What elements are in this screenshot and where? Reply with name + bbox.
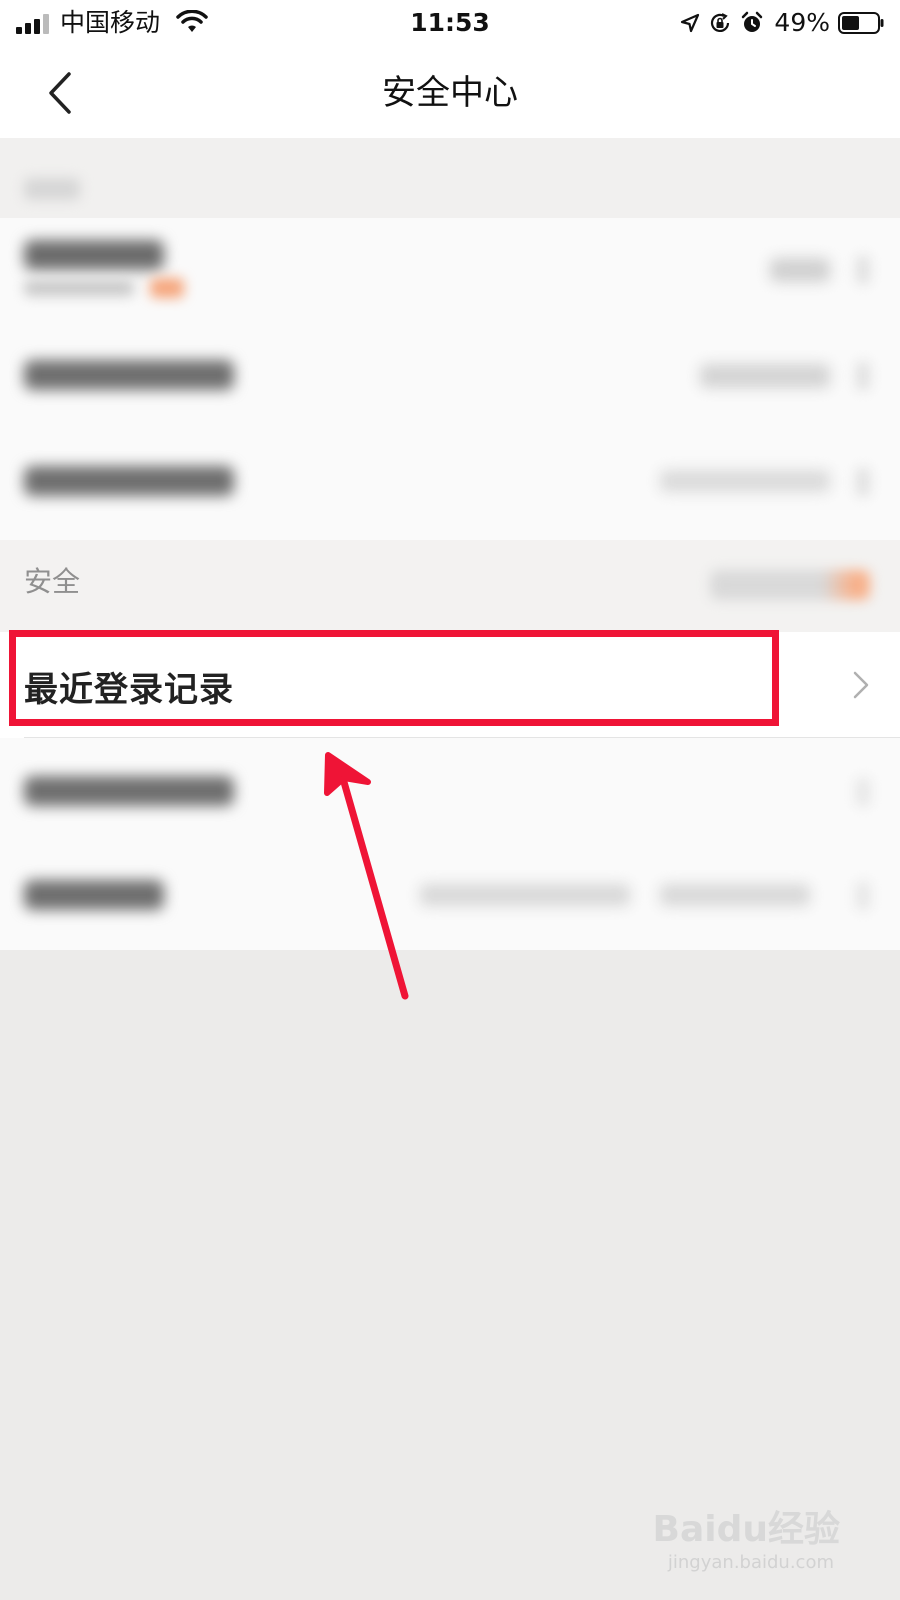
page-title: 安全中心	[382, 73, 518, 113]
blurred-settings-rows	[0, 218, 900, 540]
battery-icon	[838, 12, 884, 34]
annotation-highlight-box	[9, 630, 779, 726]
blurred-badge	[710, 570, 870, 600]
chevron-right-icon	[853, 671, 869, 699]
nav-bar: 安全中心	[0, 48, 900, 138]
alarm-icon	[742, 11, 763, 32]
section-label: 安全	[24, 565, 81, 598]
blurred-row[interactable]	[0, 738, 900, 844]
status-right-group: 49%	[680, 6, 884, 40]
blurred-label	[24, 178, 80, 200]
blurred-settings-rows-2	[0, 738, 900, 950]
section-header-security: 安全	[0, 540, 900, 632]
blurred-row[interactable]	[0, 324, 900, 430]
blurred-row[interactable]	[0, 844, 900, 950]
watermark-url: jingyan.baidu.com	[667, 1552, 834, 1573]
blurred-row[interactable]	[0, 430, 900, 536]
status-bar: 中国移动 11:53 49%	[0, 0, 900, 48]
rotation-lock-icon	[711, 13, 730, 32]
location-icon	[681, 13, 700, 33]
watermark-logo: Baidu经验	[652, 1509, 840, 1550]
blurred-row[interactable]	[0, 218, 900, 324]
battery-percent: 49%	[774, 8, 830, 37]
section-header-blurred	[0, 138, 900, 218]
